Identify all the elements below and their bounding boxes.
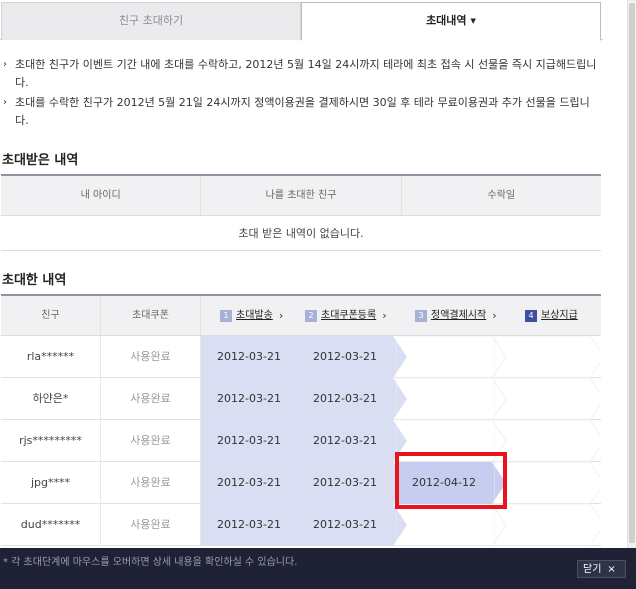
step-send-invite[interactable]: 1 초대발송 › [220, 309, 283, 323]
stage-date: 2012-03-21 [313, 518, 377, 531]
friend-id-cell: dud******* [1, 504, 101, 546]
stage-cell-2[interactable]: 2012-03-21 [297, 462, 409, 504]
tab-invite-history[interactable]: 초대내역 ▼ [301, 2, 601, 41]
friend-id-cell: rjs********* [1, 420, 101, 462]
footer-bar: * 각 초대단계에 마우스를 오버하면 상세 내용을 확인하실 수 있습니다. [0, 548, 636, 589]
stage-cell-4[interactable] [494, 378, 601, 420]
bullet-icon: › [3, 97, 7, 108]
stage-cell-4[interactable] [494, 420, 601, 462]
step-start-payment[interactable]: 3 정액결제시작 › [415, 309, 497, 323]
chevron-right-icon: › [278, 309, 284, 322]
friend-id-cell: jpg**** [1, 462, 101, 504]
sent-table-header: 친구 초대쿠폰 1 초대발송 › 2 초대쿠폰등록 › 3 정액결제시작 › 4… [1, 296, 601, 336]
col-friend: 친구 [1, 296, 101, 336]
table-row: dud******* 사용완료 2012-03-21 2012-03-21 [1, 504, 601, 546]
sent-table-body: rla****** 사용완료 2012-03-21 2012-03-21 하얀은* 사용완… [1, 336, 601, 546]
sent-table: 친구 초대쿠폰 1 초대발송 › 2 초대쿠폰등록 › 3 정액결제시작 › 4… [1, 294, 601, 546]
step-register-coupon[interactable]: 2 초대쿠폰등록 › [305, 309, 387, 323]
stage-date: 2012-04-12 [412, 476, 476, 489]
tab-history-label: 초대내역 [426, 14, 467, 27]
close-button[interactable]: 닫기 × [577, 560, 626, 578]
step-label: 초대쿠폰등록 [321, 310, 377, 321]
notice-item: › 초대를 수락한 친구가 2012년 5월 21일 24시까지 정액이용권을 결… [0, 94, 600, 130]
table-row: rjs********* 사용완료 2012-03-21 2012-03-21 [1, 420, 601, 462]
received-table-header: 내 아이디 나를 초대한 친구 수락일 [1, 176, 601, 216]
chevron-right-icon: › [492, 309, 497, 322]
stage-cell-4[interactable] [494, 336, 601, 378]
close-label: 닫기 [583, 564, 602, 575]
tab-invite-label: 친구 초대하기 [118, 14, 184, 27]
col-my-id: 내 아이디 [1, 176, 202, 215]
stage-date: 2012-03-21 [217, 476, 281, 489]
step-reward[interactable]: 4 보상지급 [525, 309, 578, 323]
scrollbar-thumb[interactable] [629, 3, 635, 543]
friend-id-cell: rla****** [1, 336, 101, 378]
stage-cell-2[interactable]: 2012-03-21 [297, 420, 409, 462]
bullet-icon: › [3, 59, 7, 70]
tab-invite-friend[interactable]: 친구 초대하기 [1, 2, 301, 40]
notice-list: › 초대한 친구가 이벤트 기간 내에 초대를 수락하고, 2012년 5월 14… [0, 56, 600, 132]
table-row: 하얀은* 사용완료 2012-03-21 2012-03-21 [1, 378, 601, 420]
stage-cell-3[interactable] [396, 378, 508, 420]
stage-cell-2[interactable]: 2012-03-21 [297, 378, 409, 420]
table-row: rla****** 사용완료 2012-03-21 2012-03-21 [1, 336, 601, 378]
close-icon: × [607, 564, 616, 575]
coupon-status-cell: 사용완료 [101, 420, 201, 462]
stage-date: 2012-03-21 [313, 476, 377, 489]
step-label: 초대발송 [236, 310, 273, 321]
stage-cell-3[interactable] [396, 336, 508, 378]
coupon-status-cell: 사용완료 [101, 504, 201, 546]
stage-cell-3[interactable] [396, 504, 508, 546]
col-accept-date: 수락일 [487, 190, 516, 201]
vertical-scrollbar[interactable] [627, 0, 636, 548]
step-number-badge: 4 [525, 310, 537, 322]
coupon-status-cell: 사용완료 [101, 462, 201, 504]
stage-cell-4[interactable] [494, 462, 601, 504]
notice-item: › 초대한 친구가 이벤트 기간 내에 초대를 수락하고, 2012년 5월 14… [0, 56, 600, 92]
received-table: 내 아이디 나를 초대한 친구 수락일 초대 받은 내역이 없습니다. [1, 174, 601, 251]
received-section-title: 초대받은 내역 [2, 153, 79, 168]
stage-cell-4[interactable] [494, 504, 601, 546]
tab-bar: 친구 초대하기 초대내역 ▼ [0, 0, 603, 41]
notice-text: 초대한 친구가 이벤트 기간 내에 초대를 수락하고, 2012년 5월 14일… [15, 58, 597, 89]
step-label: 보상지급 [541, 310, 578, 321]
stage-cell-2[interactable]: 2012-03-21 [297, 336, 409, 378]
step-number-badge: 2 [305, 310, 317, 322]
caret-down-icon: ▼ [470, 17, 476, 25]
coupon-status-cell: 사용완료 [101, 336, 201, 378]
friend-id-cell: 하얀은* [1, 378, 101, 420]
stage-date: 2012-03-21 [217, 350, 281, 363]
stage-cell-2[interactable]: 2012-03-21 [297, 504, 409, 546]
stage-date: 2012-03-21 [217, 434, 281, 447]
notice-text: 초대를 수락한 친구가 2012년 5월 21일 24시까지 정액이용권을 결제… [15, 96, 590, 127]
received-empty-message: 초대 받은 내역이 없습니다. [1, 216, 601, 251]
stage-date: 2012-03-21 [217, 392, 281, 405]
step-number-badge: 1 [220, 310, 232, 322]
stage-date: 2012-03-21 [313, 434, 377, 447]
coupon-status-cell: 사용완료 [101, 378, 201, 420]
step-number-badge: 3 [415, 310, 427, 322]
footer-note: * 각 초대단계에 마우스를 오버하면 상세 내용을 확인하실 수 있습니다. [3, 557, 298, 568]
col-coupon: 초대쿠폰 [101, 296, 201, 336]
chevron-right-icon: › [382, 309, 387, 322]
col-inviter: 나를 초대한 친구 [201, 176, 402, 215]
sent-section-title: 초대한 내역 [2, 273, 67, 288]
stage-date: 2012-03-21 [313, 350, 377, 363]
stage-date: 2012-03-21 [313, 392, 377, 405]
table-row: jpg**** 사용완료 2012-03-21 2012-03-21 2012-04-1… [1, 462, 601, 504]
step-label: 정액결제시작 [431, 310, 487, 321]
stage-cell-3[interactable] [396, 420, 508, 462]
stage-cell-3[interactable]: 2012-04-12 [396, 462, 508, 504]
stage-date: 2012-03-21 [217, 518, 281, 531]
